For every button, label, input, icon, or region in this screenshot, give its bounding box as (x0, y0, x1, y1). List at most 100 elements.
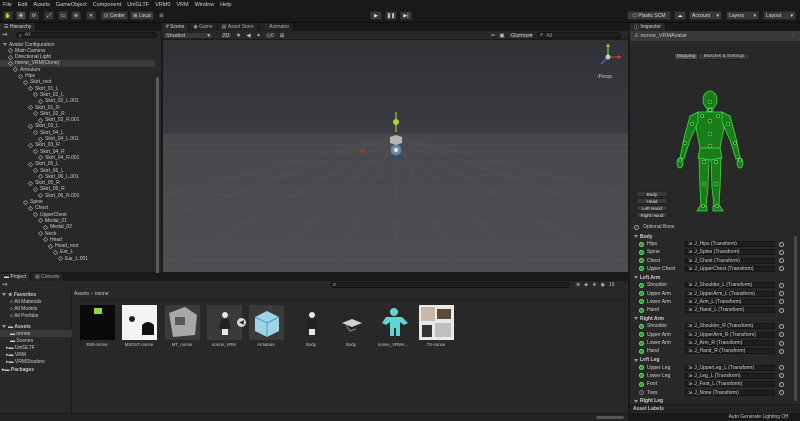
bone-transform-field[interactable]: ⇲ J_Arm_R (Transform) (685, 340, 775, 346)
orientation-gizmo[interactable] (593, 42, 623, 72)
move-tool-button[interactable]: ✥ (16, 11, 26, 20)
object-picker-icon[interactable] (779, 365, 784, 371)
eye-icon[interactable]: ◉ (601, 282, 605, 288)
bone-transform-field[interactable]: ⇲ J_Foot_L (Transform) (685, 381, 775, 388)
star-icon[interactable]: ★ (592, 282, 596, 288)
menu-component[interactable]: Component (90, 2, 124, 8)
menu-window[interactable]: Window (192, 2, 218, 8)
object-picker-icon[interactable] (779, 340, 784, 346)
packages-header[interactable]: ▸ ▬ Packages (2, 366, 34, 373)
bone-transform-field[interactable]: ⇲ J_None (Transform) (685, 389, 775, 396)
transform-tool-button[interactable]: ⊕ (71, 11, 81, 20)
audio-toggle[interactable]: ◀ (244, 32, 253, 39)
bone-transform-field[interactable]: ⇲ J_Hips (Transform) (685, 241, 775, 247)
breadcrumb-assets[interactable]: Assets (74, 291, 89, 297)
menu-edit[interactable]: Edit (15, 2, 30, 8)
scale-tool-button[interactable]: ⤢ (44, 11, 54, 20)
object-picker-icon[interactable] (779, 291, 784, 296)
rect-tool-button[interactable]: ▭ (58, 11, 68, 20)
scene-search[interactable]: ⌕ All (537, 32, 621, 39)
custom-tool-button[interactable]: ✕ (86, 11, 96, 20)
bone-transform-field[interactable]: ⇲ J_Arm_L (Transform) (685, 298, 775, 305)
collapse-prefab-icon[interactable]: ◀ (237, 318, 246, 327)
right-hand-view-button[interactable]: Right Hand (636, 212, 668, 218)
bone-transform-field[interactable]: ⇲ J_Chest (Transform) (685, 257, 775, 264)
tab-muscles-settings[interactable]: Muscles & Settings (698, 53, 750, 60)
grid-snap-button[interactable]: ⊟ (157, 11, 166, 20)
menu-vrm0[interactable]: VRM0 (152, 2, 173, 8)
bone-transform-field[interactable]: ⇲ J_UpperArm_L (Transform) (685, 290, 775, 297)
cloud-button[interactable]: ☁ (674, 11, 686, 20)
project-add-button[interactable]: +▾ (2, 282, 12, 288)
hand-tool-button[interactable]: ✋ (3, 11, 13, 20)
lighting-toggle[interactable]: ✷ (234, 32, 243, 39)
bone-transform-field[interactable]: ⇲ J_UpperArm_R (Transform) (685, 331, 775, 338)
effects-toggle[interactable]: ✦ (254, 32, 263, 39)
account-dropdown[interactable]: Account ▾ (689, 11, 722, 20)
bone-transform-field[interactable]: ⇲ J_Hand_L (Transform) (685, 307, 775, 314)
object-picker-icon[interactable] (779, 381, 784, 387)
tab-inspector[interactable]: ⓘ Inspector (630, 23, 666, 31)
shading-mode-dropdown[interactable]: Shaded ▾ (163, 32, 213, 39)
body-view-button[interactable]: Body (636, 191, 668, 197)
asset-tex[interactable]: TX-nonne (418, 305, 454, 353)
menu-assets[interactable]: Assets (30, 2, 53, 8)
tab-project[interactable]: ▬ Project (0, 273, 31, 281)
2d-toggle[interactable]: 2D (220, 32, 232, 39)
bone-section-left-leg[interactable]: Left Leg (634, 357, 659, 364)
object-picker-icon[interactable] (779, 241, 784, 247)
menu-unigltf[interactable]: UniGLTF (124, 2, 152, 8)
folder-unigltf[interactable]: ▸ ▬ UniGLTF (6, 344, 35, 351)
tab-console[interactable]: ▤ Console (30, 273, 65, 281)
gizmos-dropdown[interactable]: Gizmos ▾ (508, 32, 534, 39)
bone-transform-field[interactable]: ⇲ J_UpperLeg_L (Transform) (685, 364, 775, 371)
step-button[interactable]: ▶| (400, 11, 412, 20)
tab-mapping[interactable]: Mapping (674, 53, 698, 60)
bone-section-right-arm[interactable]: Right Arm (634, 315, 664, 322)
filter-type-icon[interactable]: ⊛ (576, 282, 580, 288)
menu-help[interactable]: Help (217, 2, 234, 8)
tab-game[interactable]: ◉ Game (189, 23, 218, 31)
asset-figure[interactable]: nonne_VRM (206, 305, 242, 353)
thumbnail-size-slider[interactable] (596, 416, 624, 419)
hierarchy-item[interactable]: Ear_L.001 (0, 255, 155, 262)
bone-section-left-arm[interactable]: Left Arm (634, 274, 660, 281)
hierarchy-add-button[interactable]: +▾ (2, 32, 12, 38)
asset-avatar[interactable]: nonne_VRMA... (375, 305, 411, 353)
asset-box[interactable]: Armature (248, 305, 284, 353)
inspector-scrollbar[interactable] (794, 236, 797, 401)
folder-nonne[interactable]: ▬ nonne (0, 330, 72, 337)
object-picker-icon[interactable] (779, 249, 784, 255)
asset-mt[interactable]: MT_nonne (164, 305, 200, 353)
light-gizmo[interactable] (393, 112, 399, 132)
layout-dropdown[interactable]: Layout ▾ (763, 11, 796, 20)
bone-transform-field[interactable]: ⇲ J_Shoulder_L (Transform) (685, 282, 775, 289)
play-button[interactable]: ▶ (370, 11, 382, 20)
asset-emi[interactable]: EMI-nonne (79, 305, 115, 353)
fav-all-models[interactable]: ⌕ All Models (10, 305, 37, 312)
folder-vrmshaders[interactable]: ▸ ▬ VRMShaders (6, 358, 45, 365)
camera-settings-button[interactable]: ▣ (497, 32, 507, 39)
bone-transform-field[interactable]: ⇲ J_Hand_R (Transform) (685, 348, 775, 355)
layers-dropdown[interactable]: Layers ▾ (726, 11, 759, 20)
hierarchy-scrollbar[interactable] (156, 77, 159, 277)
pivot-local-button[interactable]: ⊞ Local (130, 11, 154, 20)
menu-gameobject[interactable]: GameObject (53, 2, 90, 8)
object-picker-icon[interactable] (779, 266, 784, 272)
menu-vrm[interactable]: VRM (173, 2, 191, 8)
assets-header[interactable]: ▬ Assets (2, 323, 31, 330)
pause-button[interactable]: ❚❚ (385, 11, 397, 20)
asset-mesh[interactable]: Body (333, 305, 369, 353)
project-search[interactable]: ⌕ (330, 282, 570, 288)
object-picker-icon[interactable] (779, 258, 784, 264)
hidden-objects-toggle[interactable]: ◎ 0 (264, 32, 276, 39)
left-hand-view-button[interactable]: Left Hand (636, 205, 668, 211)
filter-label-icon[interactable]: ◈ (584, 282, 588, 288)
object-picker-icon[interactable] (779, 307, 784, 313)
x-axis-handle[interactable] (360, 149, 365, 152)
menu-file[interactable]: File (0, 2, 15, 8)
bone-section-body[interactable]: Body (634, 233, 653, 240)
scene-viewport[interactable]: ‹Persp (163, 40, 628, 272)
object-picker-icon[interactable] (779, 348, 784, 354)
fav-all-materials[interactable]: ⌕ All Materials (10, 298, 41, 305)
